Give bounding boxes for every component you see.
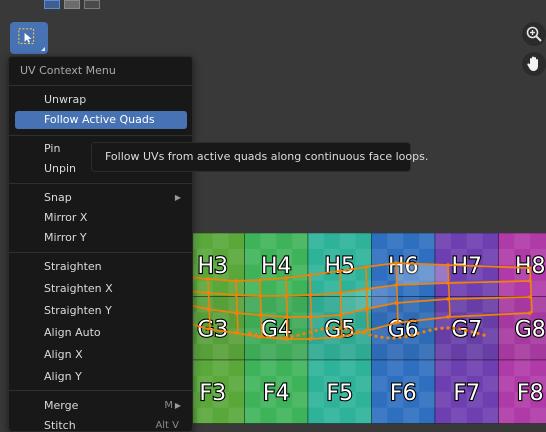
grid-tile-label: F7 [453, 381, 480, 406]
zoom-in-icon [525, 25, 543, 43]
select-mode-subtract-button[interactable] [84, 0, 100, 9]
menu-separator [9, 390, 192, 391]
menu-item-straighten-y[interactable]: Straighten Y [15, 302, 187, 320]
menu-item-straighten[interactable]: Straighten [15, 258, 187, 276]
grid-tile-label: H4 [261, 254, 292, 279]
grid-tile-label: F8 [517, 381, 544, 406]
menu-item-mirror-y[interactable]: Mirror Y [15, 229, 187, 247]
menu-separator [9, 85, 192, 86]
menu-item-align-y[interactable]: Align Y [15, 368, 187, 386]
tooltip-text: Follow UVs from active quads along conti… [105, 143, 428, 171]
grid-tile-label: F6 [390, 381, 417, 406]
select-box-tool-button[interactable] [10, 22, 48, 54]
select-mode-extend-button[interactable] [64, 0, 80, 9]
zoom-gizmo-button[interactable] [522, 22, 546, 46]
menu-separator [9, 135, 192, 136]
grid-tile-label: H3 [197, 254, 228, 279]
grid-tile-label: G8 [515, 318, 546, 343]
menu-separator [9, 252, 192, 253]
menu-item-snap[interactable]: Snap▶ [15, 189, 187, 207]
menu-item-follow-active-quads[interactable]: Follow Active Quads [15, 111, 187, 129]
menu-item-straighten-x[interactable]: Straighten X [15, 280, 187, 298]
submenu-arrow-icon: ▶ [175, 397, 181, 415]
menu-item-align-x[interactable]: Align X [15, 346, 187, 364]
grid-tile-label: F5 [326, 381, 353, 406]
uv-checker-grid[interactable]: H3H4H5H6H7H8G3G4G5G6G7G8F3F4F5F6F7F8 [190, 233, 546, 430]
select-mode-new-button[interactable] [44, 0, 60, 9]
menu-item-tooltip: Follow UVs from active quads along conti… [91, 142, 411, 172]
menu-item-unwrap[interactable]: Unwrap [15, 91, 187, 109]
grid-tile-label: F3 [199, 381, 226, 406]
menu-item-align-auto[interactable]: Align Auto [15, 324, 187, 342]
box-select-icon [18, 28, 36, 46]
grid-tile-label: F4 [263, 381, 290, 406]
tool-variants-corner-icon [41, 47, 45, 51]
selection-mode-buttons [30, 0, 102, 8]
pan-gizmo-button[interactable] [522, 52, 546, 76]
menu-item-mirror-x[interactable]: Mirror X [15, 209, 187, 227]
menu-item-merge[interactable]: MergeM▶ [15, 397, 187, 415]
menu-separator [9, 183, 192, 184]
menu-title: UV Context Menu [20, 64, 116, 77]
submenu-arrow-icon: ▶ [175, 189, 181, 207]
shortcut-label: M [164, 397, 173, 415]
uv-context-menu: UV Context Menu Unwrap Follow Active Qua… [8, 56, 193, 432]
hand-pan-icon [525, 55, 543, 73]
